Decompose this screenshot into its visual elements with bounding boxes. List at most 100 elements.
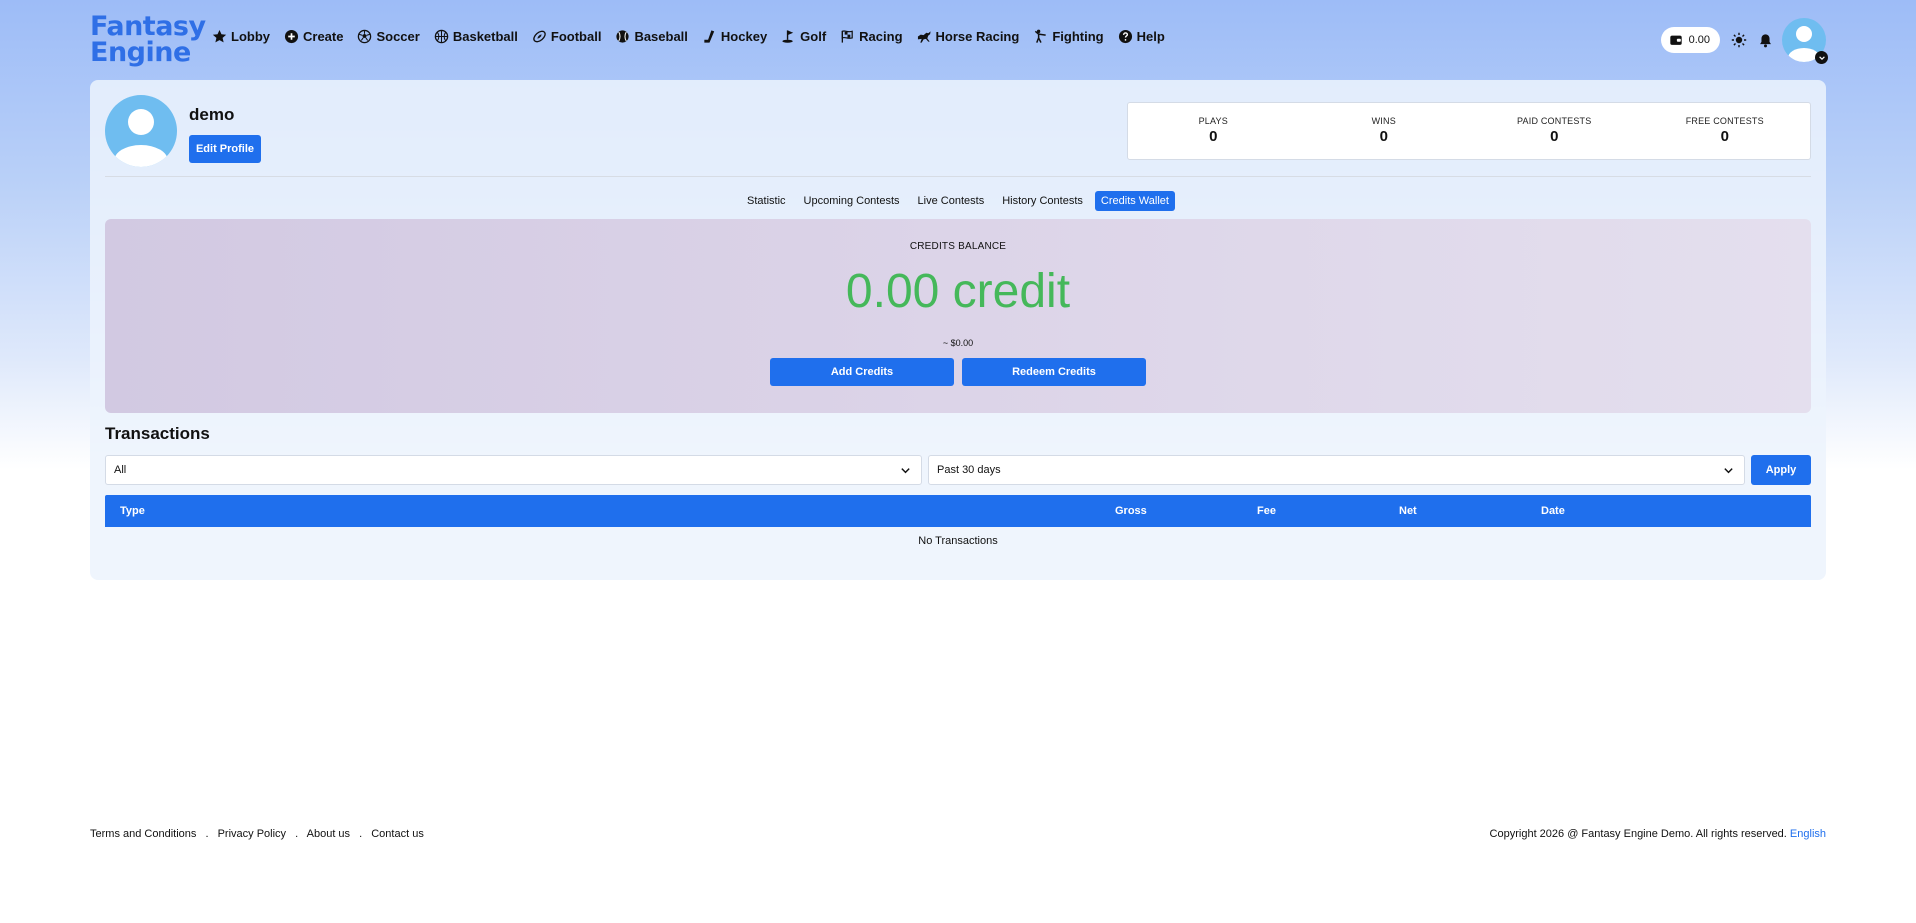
transactions-table: Type Gross Fee Net Date No Transactions (105, 495, 1811, 547)
column-net: Net (1399, 505, 1417, 517)
golf-icon (782, 29, 794, 43)
soccer-ball-icon (358, 29, 372, 43)
period-value: Past 30 days (937, 464, 1001, 476)
stat-wins: WINS 0 (1299, 103, 1470, 159)
footer-right: Copyright 2026 @ Fantasy Engine Demo. Al… (1490, 828, 1826, 840)
wallet-balance-value: 0.00 (1688, 34, 1710, 46)
add-credits-button[interactable]: Add Credits (770, 358, 954, 386)
nav-create[interactable]: Create (284, 29, 343, 44)
footer: Terms and Conditions . Privacy Policy . … (90, 828, 1826, 840)
top-header: Fantasy Engine Lobby Create Soccer Baske… (90, 10, 1828, 70)
user-menu[interactable] (1782, 18, 1828, 64)
copyright-text: Copyright 2026 @ Fantasy Engine Demo. Al… (1489, 828, 1787, 840)
nav-racing[interactable]: Racing (840, 28, 903, 44)
stats-panel: PLAYS 0 WINS 0 PAID CONTESTS 0 FREE CONT… (1127, 102, 1811, 160)
tab-upcoming-contests[interactable]: Upcoming Contests (798, 191, 906, 211)
profile-card: demo Edit Profile PLAYS 0 WINS 0 PAID CO… (90, 80, 1826, 580)
apply-filter-button[interactable]: Apply (1751, 455, 1811, 485)
nav-hockey[interactable]: Hockey (702, 29, 767, 44)
sun-icon (1731, 32, 1747, 48)
period-select[interactable]: Past 30 days (928, 455, 1745, 485)
fighter-icon (1035, 29, 1047, 43)
contact-link[interactable]: Contact us (371, 828, 424, 840)
stat-value: 0 (1379, 128, 1388, 145)
footer-separator: . (359, 828, 363, 840)
logo-line-2: Engine (90, 37, 191, 68)
credits-balance-panel: CREDITS BALANCE 0.00 credit ~ $0.00 Add … (105, 219, 1811, 413)
footer-separator: . (205, 828, 209, 840)
column-type: Type (120, 505, 145, 517)
nav-create-label: Create (303, 28, 344, 44)
table-header: Type Gross Fee Net Date (105, 495, 1811, 527)
nav-football[interactable]: Football (532, 28, 602, 44)
nav-help[interactable]: Help (1118, 29, 1165, 44)
notifications-button[interactable] (1756, 31, 1774, 49)
stat-label: PLAYS (1198, 116, 1228, 126)
empty-state-text: No Transactions (918, 535, 998, 547)
profile-avatar (105, 95, 177, 167)
redeem-credits-button[interactable]: Redeem Credits (962, 358, 1146, 386)
stat-label: WINS (1371, 116, 1396, 126)
about-link[interactable]: About us (307, 828, 350, 840)
privacy-link[interactable]: Privacy Policy (218, 828, 286, 840)
stat-plays: PLAYS 0 (1128, 103, 1299, 159)
transaction-type-select[interactable]: All (105, 455, 922, 485)
chevron-down-icon (1815, 51, 1828, 64)
plus-circle-icon (284, 29, 299, 43)
nav-horse-racing[interactable]: Horse Racing (917, 28, 1020, 44)
main-nav: Lobby Create Soccer Basketball Football … (212, 29, 1179, 44)
tab-statistic[interactable]: Statistic (741, 191, 792, 211)
tab-credits-wallet[interactable]: Credits Wallet (1094, 191, 1175, 211)
nav-hockey-label: Hockey (720, 28, 768, 44)
baseball-icon (616, 29, 630, 43)
nav-soccer-label: Soccer (376, 28, 420, 44)
nav-golf-label: Golf (800, 28, 827, 44)
stat-paid-contests: PAID CONTESTS 0 (1469, 103, 1640, 159)
nav-baseball[interactable]: Baseball (615, 29, 688, 44)
chevron-down-icon (901, 467, 910, 473)
transactions-filters: All Past 30 days Apply (105, 455, 1811, 485)
transactions-title: Transactions (105, 424, 210, 443)
stat-label: FREE CONTESTS (1685, 116, 1764, 126)
stat-value: 0 (1209, 128, 1218, 145)
nav-fighting[interactable]: Fighting (1033, 28, 1104, 44)
column-date: Date (1541, 505, 1565, 517)
star-icon (212, 29, 227, 42)
tab-live-contests[interactable]: Live Contests (912, 191, 991, 211)
tab-history-contests[interactable]: History Contests (996, 191, 1089, 211)
footer-separator: . (295, 828, 299, 840)
nav-lobby[interactable]: Lobby (212, 29, 270, 44)
language-selector[interactable]: English (1790, 828, 1826, 840)
racing-flag-icon (841, 29, 853, 43)
nav-racing-label: Racing (859, 28, 903, 44)
wallet-icon (1669, 35, 1682, 45)
profile-username: demo (189, 105, 235, 124)
horse-icon (917, 30, 931, 43)
nav-fighting-label: Fighting (1052, 28, 1104, 44)
nav-help-label: Help (1136, 28, 1165, 44)
credits-actions: Add Credits Redeem Credits (105, 358, 1811, 386)
nav-soccer[interactable]: Soccer (357, 28, 420, 44)
credits-usd-equivalent: ~ $0.00 (942, 338, 974, 348)
fantasy-engine-logo[interactable]: Fantasy Engine (90, 13, 206, 68)
profile-tabs: Statistic Upcoming Contests Live Contest… (90, 191, 1826, 211)
edit-profile-button[interactable]: Edit Profile (189, 135, 261, 163)
section-divider (105, 176, 1811, 177)
wallet-balance-pill[interactable]: 0.00 (1660, 27, 1720, 53)
chevron-down-icon (1724, 467, 1733, 473)
nav-basketball[interactable]: Basketball (434, 29, 518, 44)
nav-football-label: Football (550, 28, 602, 44)
question-circle-icon (1118, 29, 1132, 43)
nav-horse-racing-label: Horse Racing (935, 28, 1020, 44)
bell-icon (1759, 33, 1771, 47)
profile-summary: demo Edit Profile (105, 95, 261, 167)
football-icon (533, 30, 546, 42)
theme-toggle[interactable] (1730, 31, 1748, 49)
credits-balance-amount: 0.00 credit (845, 265, 1071, 318)
footer-links: Terms and Conditions . Privacy Policy . … (90, 828, 424, 840)
nav-lobby-label: Lobby (231, 28, 270, 44)
nav-golf[interactable]: Golf (781, 29, 826, 44)
stat-value: 0 (1720, 128, 1729, 145)
terms-link[interactable]: Terms and Conditions (90, 828, 196, 840)
stat-value: 0 (1550, 128, 1559, 145)
